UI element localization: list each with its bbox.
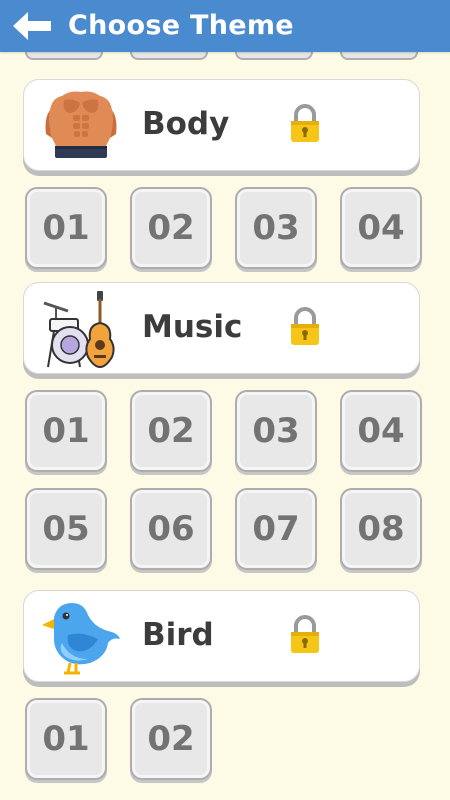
level-tile[interactable]: 01 xyxy=(25,187,107,269)
level-tile[interactable]: 01 xyxy=(25,698,107,780)
level-tile[interactable]: 03 xyxy=(235,390,317,472)
lock-icon xyxy=(291,104,319,142)
level-tile[interactable]: 02 xyxy=(130,698,212,780)
theme-name: Bird xyxy=(142,617,214,653)
partial-level-tile[interactable] xyxy=(25,52,103,60)
level-tile[interactable]: 08 xyxy=(340,488,422,570)
back-arrow-icon xyxy=(13,12,51,40)
level-tile[interactable]: 02 xyxy=(130,390,212,472)
theme-name: Body xyxy=(142,106,230,142)
theme-name: Music xyxy=(142,309,243,345)
lock-icon xyxy=(291,615,319,653)
level-tile[interactable]: 05 xyxy=(25,488,107,570)
lock-icon xyxy=(291,307,319,345)
back-button[interactable] xyxy=(8,6,56,46)
level-tile[interactable]: 02 xyxy=(130,187,212,269)
theme-list[interactable]: Body 01 02 03 04 Music 01 02 03 04 05 06… xyxy=(0,52,450,800)
torso-icon xyxy=(45,91,117,158)
level-tile[interactable]: 01 xyxy=(25,390,107,472)
level-tile[interactable]: 04 xyxy=(340,390,422,472)
page-title: Choose Theme xyxy=(68,10,294,41)
partial-level-tile[interactable] xyxy=(340,52,418,60)
level-tile[interactable]: 07 xyxy=(235,488,317,570)
level-tile[interactable]: 04 xyxy=(340,187,422,269)
bird-icon xyxy=(42,603,120,675)
theme-card-bird[interactable]: Bird xyxy=(23,590,420,682)
music-instruments-icon xyxy=(43,291,115,369)
app-header: Choose Theme xyxy=(0,0,450,52)
level-tile[interactable]: 03 xyxy=(235,187,317,269)
theme-card-body[interactable]: Body xyxy=(23,79,420,171)
theme-card-music[interactable]: Music xyxy=(23,282,420,374)
partial-level-tile[interactable] xyxy=(235,52,313,60)
partial-level-tile[interactable] xyxy=(130,52,208,60)
level-tile[interactable]: 06 xyxy=(130,488,212,570)
